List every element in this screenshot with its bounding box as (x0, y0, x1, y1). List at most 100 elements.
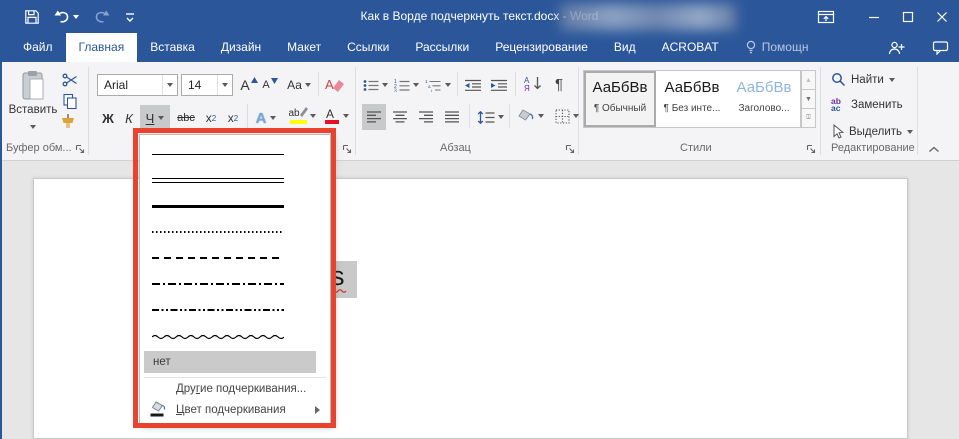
tab-view[interactable]: Вид (601, 33, 649, 62)
line-spacing-button[interactable] (475, 105, 505, 129)
styles-more-button[interactable]: ⍗ (801, 109, 816, 128)
underline-style-menu: нет Другие подчеркивания... Цвет подчерк… (139, 134, 331, 424)
cut-button[interactable] (62, 72, 79, 88)
increase-indent-button[interactable] (488, 73, 510, 97)
font-name-dropdown-arrow (162, 75, 177, 95)
tab-review[interactable]: Рецензирование (482, 33, 601, 62)
spellcheck-wavy-underline (330, 288, 347, 293)
more-underlines-item[interactable]: Другие подчеркивания... (140, 378, 330, 399)
comment-icon (932, 40, 949, 55)
sort-icon: АЯ (524, 75, 543, 92)
paragraph-dialog-launcher[interactable] (565, 144, 575, 154)
wavy-line-sample (152, 333, 284, 340)
decrease-indent-button[interactable] (462, 73, 484, 97)
svg-text:3: 3 (394, 88, 397, 92)
numbering-button[interactable]: 123 (393, 73, 419, 97)
tab-home[interactable]: Главная (66, 33, 138, 62)
highlight-color-swatch (290, 120, 307, 124)
minimize-button[interactable] (857, 0, 891, 33)
italic-button[interactable]: К (120, 106, 138, 130)
show-hide-pilcrow-button[interactable]: ¶ (549, 72, 569, 96)
menu-resize-grip[interactable]: ···· (140, 420, 330, 430)
multilevel-list-button[interactable]: 1ai (424, 73, 452, 97)
tab-acrobat[interactable]: ACROBAT (649, 33, 732, 62)
tab-layout[interactable]: Макет (274, 33, 334, 62)
highlight-color-button[interactable]: ab (285, 104, 319, 128)
font-dialog-launcher[interactable] (342, 144, 352, 154)
tab-insert[interactable]: Вставка (137, 33, 208, 62)
underline-dropdown-arrow (158, 116, 164, 120)
bullets-button[interactable] (362, 73, 388, 97)
strikethrough-button[interactable]: abc (173, 106, 199, 130)
clipboard-dialog-launcher[interactable] (75, 144, 85, 154)
shrink-font-button[interactable]: А (261, 73, 279, 97)
shading-button[interactable] (514, 104, 546, 128)
close-button[interactable] (925, 0, 959, 33)
underline-none-item[interactable]: нет (144, 351, 316, 373)
styles-group-label: Стили (680, 142, 712, 154)
font-color-button[interactable]: А (322, 104, 352, 128)
underline-style-thick[interactable] (140, 193, 330, 219)
styles-dialog-launcher[interactable] (806, 144, 816, 154)
underline-style-single[interactable] (140, 141, 330, 167)
numbering-icon: 123 (394, 79, 410, 92)
tab-tell-me[interactable]: Помощн (732, 33, 822, 62)
underline-style-dashed[interactable] (140, 245, 330, 271)
window-left-border (0, 33, 2, 439)
maximize-button[interactable] (891, 0, 925, 33)
underline-color-item[interactable]: Цвет подчеркивания (140, 399, 330, 420)
ribbon-display-options-button[interactable] (809, 0, 843, 33)
justify-button[interactable] (440, 104, 464, 130)
replace-icon: abac (831, 98, 846, 112)
replace-button[interactable]: abac Заменить (831, 98, 903, 112)
clear-formatting-button[interactable]: А (324, 73, 346, 97)
underline-style-dash-dot-dot[interactable] (140, 297, 330, 323)
text-effects-button[interactable]: А (252, 106, 280, 130)
tab-mailings[interactable]: Рассылки (402, 33, 482, 62)
select-button[interactable]: Выделить (831, 124, 913, 139)
align-center-icon (393, 111, 408, 123)
subscript-button[interactable]: x2 (201, 106, 221, 130)
font-name-combobox[interactable]: Arial (97, 74, 178, 96)
underline-style-double[interactable] (140, 167, 330, 193)
style-no-spacing[interactable]: АаБбВв ¶ Без инте... (656, 71, 728, 127)
borders-button[interactable] (551, 104, 583, 128)
editing-group-label: Редактирование (831, 142, 915, 154)
underline-button[interactable]: Ч (140, 105, 170, 131)
share-button[interactable] (888, 40, 906, 56)
bold-button[interactable]: Ж (98, 106, 118, 130)
copy-button[interactable] (62, 93, 79, 110)
underline-style-dotted[interactable] (140, 219, 330, 245)
styles-scroll-down-button[interactable]: ▼ (801, 90, 816, 109)
format-painter-icon (58, 113, 78, 131)
word-window: Как в Ворде подчеркнуть текст.docx - Wor… (0, 0, 959, 439)
styles-scroll-up-button[interactable]: ▲ (801, 70, 816, 90)
selected-text[interactable]: s (327, 261, 357, 298)
format-painter-button[interactable] (58, 113, 78, 131)
tab-file[interactable]: Файл (10, 33, 66, 62)
paste-button[interactable]: Вставить (8, 70, 58, 134)
comments-button[interactable] (932, 40, 949, 55)
align-center-button[interactable] (388, 104, 412, 130)
svg-text:А: А (325, 77, 334, 92)
grow-font-button[interactable]: А (239, 73, 259, 97)
sort-button[interactable]: АЯ (521, 71, 545, 95)
style-normal[interactable]: АаБбВв ¶ Обычный (584, 71, 656, 127)
align-right-button[interactable] (414, 104, 438, 130)
lightbulb-icon (745, 40, 757, 55)
tab-design[interactable]: Дизайн (208, 33, 274, 62)
clipboard-group-label: Буфер обм... (6, 142, 72, 154)
change-case-button[interactable]: Аа (285, 73, 313, 97)
underline-style-wavy[interactable] (140, 323, 330, 349)
underline-style-dash-dot[interactable] (140, 271, 330, 297)
borders-icon (555, 109, 570, 124)
superscript-button[interactable]: x2 (223, 106, 243, 130)
font-size-combobox[interactable]: 14 (181, 74, 233, 96)
decrease-indent-icon (464, 79, 482, 92)
style-heading1[interactable]: АаБбВв Заголово... (728, 71, 800, 127)
collapse-ribbon-button[interactable] (928, 146, 940, 153)
find-button[interactable]: Найти (831, 72, 895, 87)
paste-dropdown-arrow[interactable] (30, 125, 36, 129)
align-left-button[interactable] (362, 104, 386, 130)
tab-references[interactable]: Ссылки (334, 33, 402, 62)
